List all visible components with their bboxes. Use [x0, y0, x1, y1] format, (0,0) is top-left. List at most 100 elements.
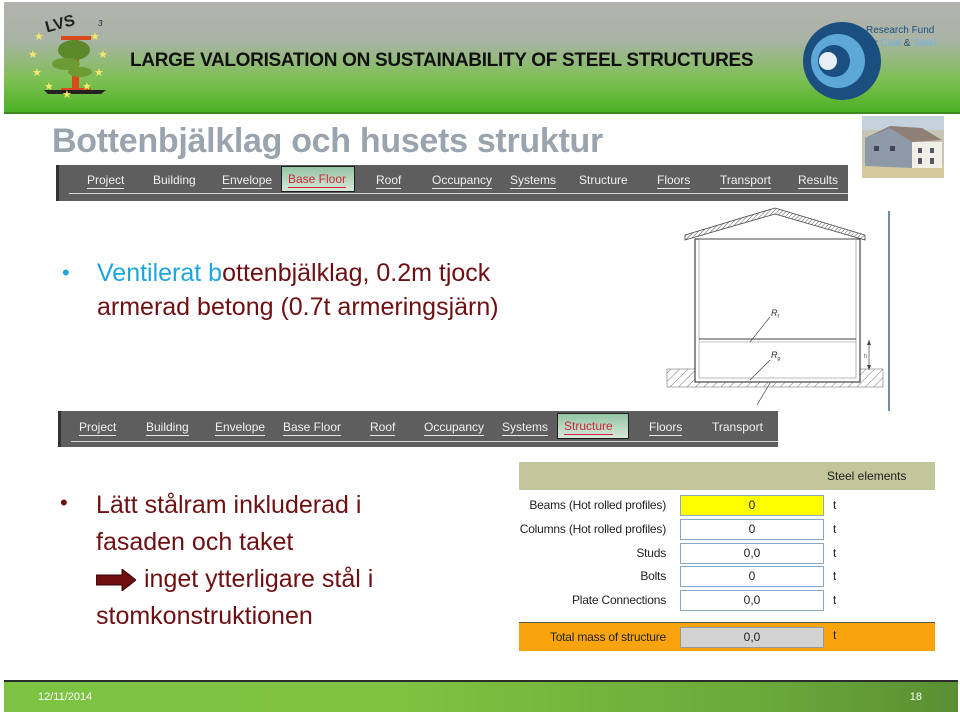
tabbar-divider: [69, 193, 848, 194]
tab-label: Project: [87, 173, 125, 189]
tab-label: Base Floor: [283, 420, 342, 436]
divider-line: [888, 211, 890, 411]
header-title: LARGE VALORISATION ON SUSTAINABILITY OF …: [130, 50, 754, 71]
tab-label: Systems: [510, 173, 557, 189]
svg-text:★: ★: [62, 89, 72, 100]
tab-label: Transport: [712, 420, 763, 434]
bullet-1-line2: armerad betong (0.7t armeringsjärn): [97, 293, 499, 321]
tab-floors[interactable]: Floors: [643, 415, 688, 439]
tab-label: Base Floor: [288, 172, 347, 188]
row-label: Columns (Hot rolled profiles): [519, 522, 666, 536]
row-label: Plate Connections: [572, 593, 666, 607]
row-label: Studs: [636, 546, 666, 560]
steel-row-plate-connections: Plate Connections 0,0 t: [519, 590, 935, 612]
row-unit: t: [833, 522, 837, 536]
tab-transport[interactable]: Transport: [706, 415, 769, 439]
bullet-2-line3-row: inget ytterligare stål i: [96, 561, 516, 598]
tab-results[interactable]: Results: [792, 168, 844, 192]
row-label: Bolts: [640, 569, 666, 583]
svg-text:★: ★: [82, 81, 92, 93]
total-unit: t: [833, 628, 837, 642]
tab-label: Structure: [579, 173, 628, 187]
tab-label: Building: [146, 420, 189, 436]
row-unit: t: [833, 593, 837, 607]
lvs3-logo: LVS 3 ★ ★ ★ ★ ★ ★ ★ ★ ★: [28, 12, 108, 100]
steel-row-bolts: Bolts 0 t: [519, 566, 935, 588]
research-fund-line2: for Coal & Steel: [866, 37, 936, 50]
svg-text:★: ★: [28, 49, 38, 61]
tab-building[interactable]: Building: [140, 415, 195, 439]
tab-roof[interactable]: Roof: [364, 415, 401, 439]
page-number: 18: [909, 691, 922, 703]
research-fund-line1: Research Fund: [866, 25, 935, 36]
svg-text:★: ★: [98, 49, 108, 61]
footer-date: 12/11/2014: [38, 691, 93, 703]
svg-text:3: 3: [98, 19, 103, 28]
row-unit: t: [833, 546, 837, 560]
svg-text:LVS: LVS: [43, 12, 77, 36]
studs-input[interactable]: 0,0: [680, 543, 824, 564]
tab-systems[interactable]: Systems: [504, 168, 562, 192]
tab-floors[interactable]: Floors: [651, 168, 696, 192]
tab-label: Floors: [649, 420, 683, 436]
tab-label: Occupancy: [432, 173, 493, 189]
rf-amp: &: [901, 38, 914, 49]
row-label: Beams (Hot rolled profiles): [529, 498, 666, 512]
total-mass-value: 0,0: [680, 627, 824, 648]
tab-label: Envelope: [222, 173, 273, 189]
columns-input[interactable]: 0: [680, 519, 824, 540]
tab-project[interactable]: Project: [81, 168, 130, 192]
footer-bar: 12/11/2014 18: [4, 680, 958, 712]
steel-row-beams: Beams (Hot rolled profiles) 0 t: [519, 495, 935, 517]
tab-structure[interactable]: Structure: [557, 413, 629, 439]
tab-label: Transport: [720, 173, 771, 189]
svg-text:★: ★: [44, 81, 54, 93]
right-arrow-icon: [96, 569, 136, 592]
total-mass-row: Total mass of structure 0,0 t: [519, 622, 935, 651]
bullet-1-line1: ottenbjälklag, 0.2m tjock: [222, 259, 491, 287]
tab-label: Project: [79, 420, 117, 436]
row-unit: t: [833, 569, 837, 583]
tab-label: Structure: [564, 419, 613, 435]
tab-label: Envelope: [215, 420, 266, 436]
svg-text:★: ★: [34, 31, 44, 43]
plate-connections-input[interactable]: 0,0: [680, 590, 824, 611]
bullet-2-line3: inget ytterligare stål i: [144, 565, 374, 593]
tabbar-top: Project Building Envelope Base Floor Roo…: [56, 165, 848, 201]
tab-envelope[interactable]: Envelope: [209, 415, 271, 439]
tab-base-floor[interactable]: Base Floor: [277, 415, 347, 439]
bolts-input[interactable]: 0: [680, 566, 824, 587]
total-label: Total mass of structure: [549, 630, 666, 644]
tab-structure[interactable]: Structure: [573, 168, 634, 192]
bullet-dot-1: •: [62, 260, 70, 285]
bullet-2-line2: fasaden och taket: [96, 528, 294, 556]
tab-label: Results: [798, 173, 839, 189]
svg-text:★: ★: [90, 31, 100, 43]
label-h: h: [864, 354, 867, 360]
tab-base-floor[interactable]: Base Floor: [281, 166, 355, 192]
tab-transport[interactable]: Transport: [714, 168, 777, 192]
tab-label: Occupancy: [424, 420, 485, 436]
tab-label: Roof: [376, 173, 402, 189]
roof: [684, 207, 866, 241]
house-photo: [862, 116, 944, 178]
tab-occupancy[interactable]: Occupancy: [418, 415, 490, 439]
bullet-dot-2: •: [60, 490, 68, 515]
bullet-2-line1: Lätt stålram inkluderad i: [96, 491, 362, 519]
tab-roof[interactable]: Roof: [370, 168, 407, 192]
tab-envelope[interactable]: Envelope: [216, 168, 278, 192]
tabbar-divider: [71, 441, 778, 442]
rf-coal: Coal: [880, 38, 902, 49]
tab-label: Systems: [502, 420, 549, 436]
tab-building[interactable]: Building: [147, 168, 202, 192]
steel-row-studs: Studs 0,0 t: [519, 543, 935, 565]
tab-label: Roof: [370, 420, 396, 436]
beams-input[interactable]: 0: [680, 495, 824, 516]
tab-project[interactable]: Project: [73, 415, 122, 439]
svg-text:★: ★: [94, 67, 104, 79]
steel-panel-title: Steel elements: [827, 469, 907, 483]
bullet-2-line4: stomkonstruktionen: [96, 602, 313, 630]
tab-systems[interactable]: Systems: [496, 415, 554, 439]
bullet-1-highlight: Ventilerat b: [97, 259, 223, 287]
tab-occupancy[interactable]: Occupancy: [426, 168, 498, 192]
